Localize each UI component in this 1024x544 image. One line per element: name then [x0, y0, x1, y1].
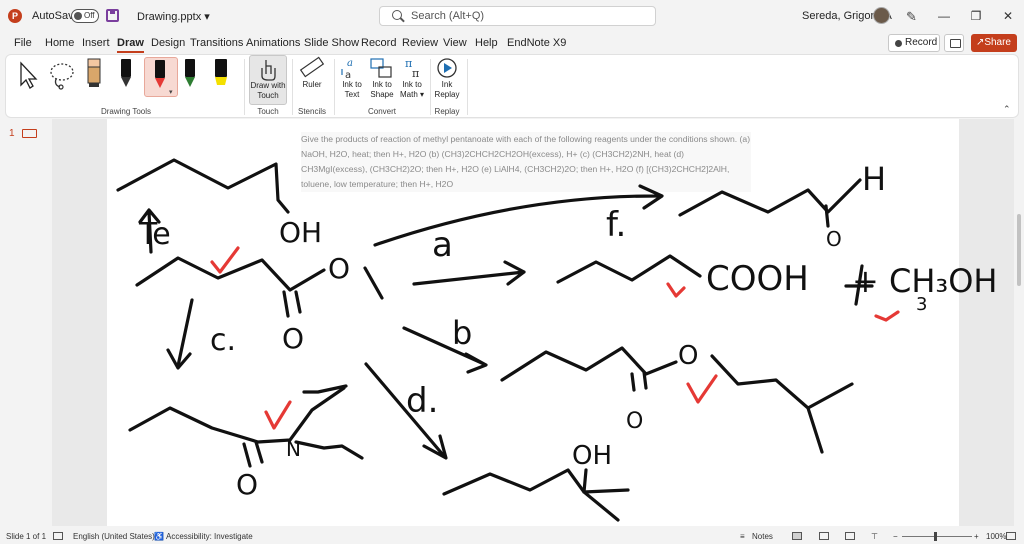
- ink-amide-chain: [128, 386, 346, 444]
- zoom-slider-handle[interactable]: [934, 532, 937, 541]
- ink-aldehyde-carbonyl: [824, 204, 830, 228]
- red-check-mark: [210, 246, 240, 274]
- ink-alcohol-oh-bond: [582, 468, 588, 494]
- ink-label-h-top: H: [862, 160, 886, 198]
- slide-show-icon[interactable]: ⊤: [871, 532, 878, 541]
- ink-label-o-top: O: [826, 227, 842, 251]
- ink-label-c: c.: [210, 323, 236, 358]
- spelling-icon[interactable]: [53, 532, 63, 540]
- reading-view-icon[interactable]: [845, 532, 855, 540]
- ink-label-d: d.: [406, 381, 438, 421]
- ink-ester-chain: [135, 256, 326, 292]
- zoom-slider[interactable]: [902, 536, 972, 537]
- ink-label-f: f.: [606, 205, 626, 245]
- ink-arrow-b: [402, 326, 488, 374]
- red-check-mark: [264, 400, 292, 430]
- zoom-level[interactable]: 100%: [986, 532, 1006, 541]
- ink-amide-ethyl: [294, 440, 364, 460]
- accessibility-status[interactable]: Accessibility: Investigate: [166, 532, 253, 541]
- ink-chain-e: [116, 158, 290, 214]
- scrollbar-thumb[interactable]: [1017, 214, 1021, 286]
- ink-label-n: N: [286, 437, 301, 461]
- ink-label-a: a: [432, 225, 453, 265]
- ink-label-b: b: [452, 314, 472, 352]
- ink-ester-b-carbonyl: [630, 370, 648, 392]
- ink-amide-carbonyl: [242, 440, 264, 468]
- ink-label-cooh: COOH: [706, 259, 809, 299]
- ink-label-oh-top: OH: [279, 216, 322, 249]
- ink-label-o-ester-2: O: [282, 322, 304, 355]
- ink-arrow-a: [412, 260, 526, 286]
- ink-label-subscript-3: 3: [916, 294, 927, 315]
- ink-ester-carbonyl: [282, 290, 302, 318]
- ink-aldehyde-chain: [678, 178, 862, 217]
- ink-alcohol-chain: [442, 468, 630, 522]
- ink-drawing-layer: Te OH H O a f. O O COOH + CH₃OH 3 c. b O…: [116, 158, 997, 522]
- zoom-in-button[interactable]: +: [974, 532, 979, 541]
- language[interactable]: English (United States): [73, 532, 155, 541]
- ink-isoamyl: [710, 354, 854, 454]
- ink-acid-chain: [556, 254, 702, 284]
- ink-ester-b-chain: [500, 346, 678, 382]
- accessibility-icon[interactable]: ♿: [154, 532, 164, 541]
- status-bar: Slide 1 of 1 English (United States) ♿ A…: [0, 528, 1024, 544]
- red-check-mark: [874, 310, 900, 322]
- ink-ester-methyl: [363, 266, 384, 300]
- notes-button[interactable]: Notes: [752, 532, 773, 541]
- ink-label-oh-d: OH: [572, 441, 612, 471]
- zoom-out-button[interactable]: −: [893, 532, 898, 541]
- slide-sorter-icon[interactable]: [819, 532, 829, 540]
- normal-view-icon[interactable]: [792, 532, 802, 540]
- ink-label-o-c: O: [236, 468, 258, 501]
- slide-count: Slide 1 of 1: [6, 532, 47, 541]
- ink-label-o-ester: O: [328, 252, 350, 285]
- fit-to-window-icon[interactable]: [1006, 532, 1016, 540]
- vertical-scrollbar[interactable]: [1014, 119, 1024, 526]
- notes-icon[interactable]: ≡: [740, 532, 745, 541]
- ink-arrow-c: [166, 298, 194, 370]
- ink-label-o-b: O: [678, 341, 698, 371]
- red-check-mark: [666, 282, 686, 298]
- red-check-mark: [686, 374, 718, 404]
- ink-label-te: Te: [138, 217, 171, 252]
- ink-label-o-b-2: O: [626, 409, 643, 434]
